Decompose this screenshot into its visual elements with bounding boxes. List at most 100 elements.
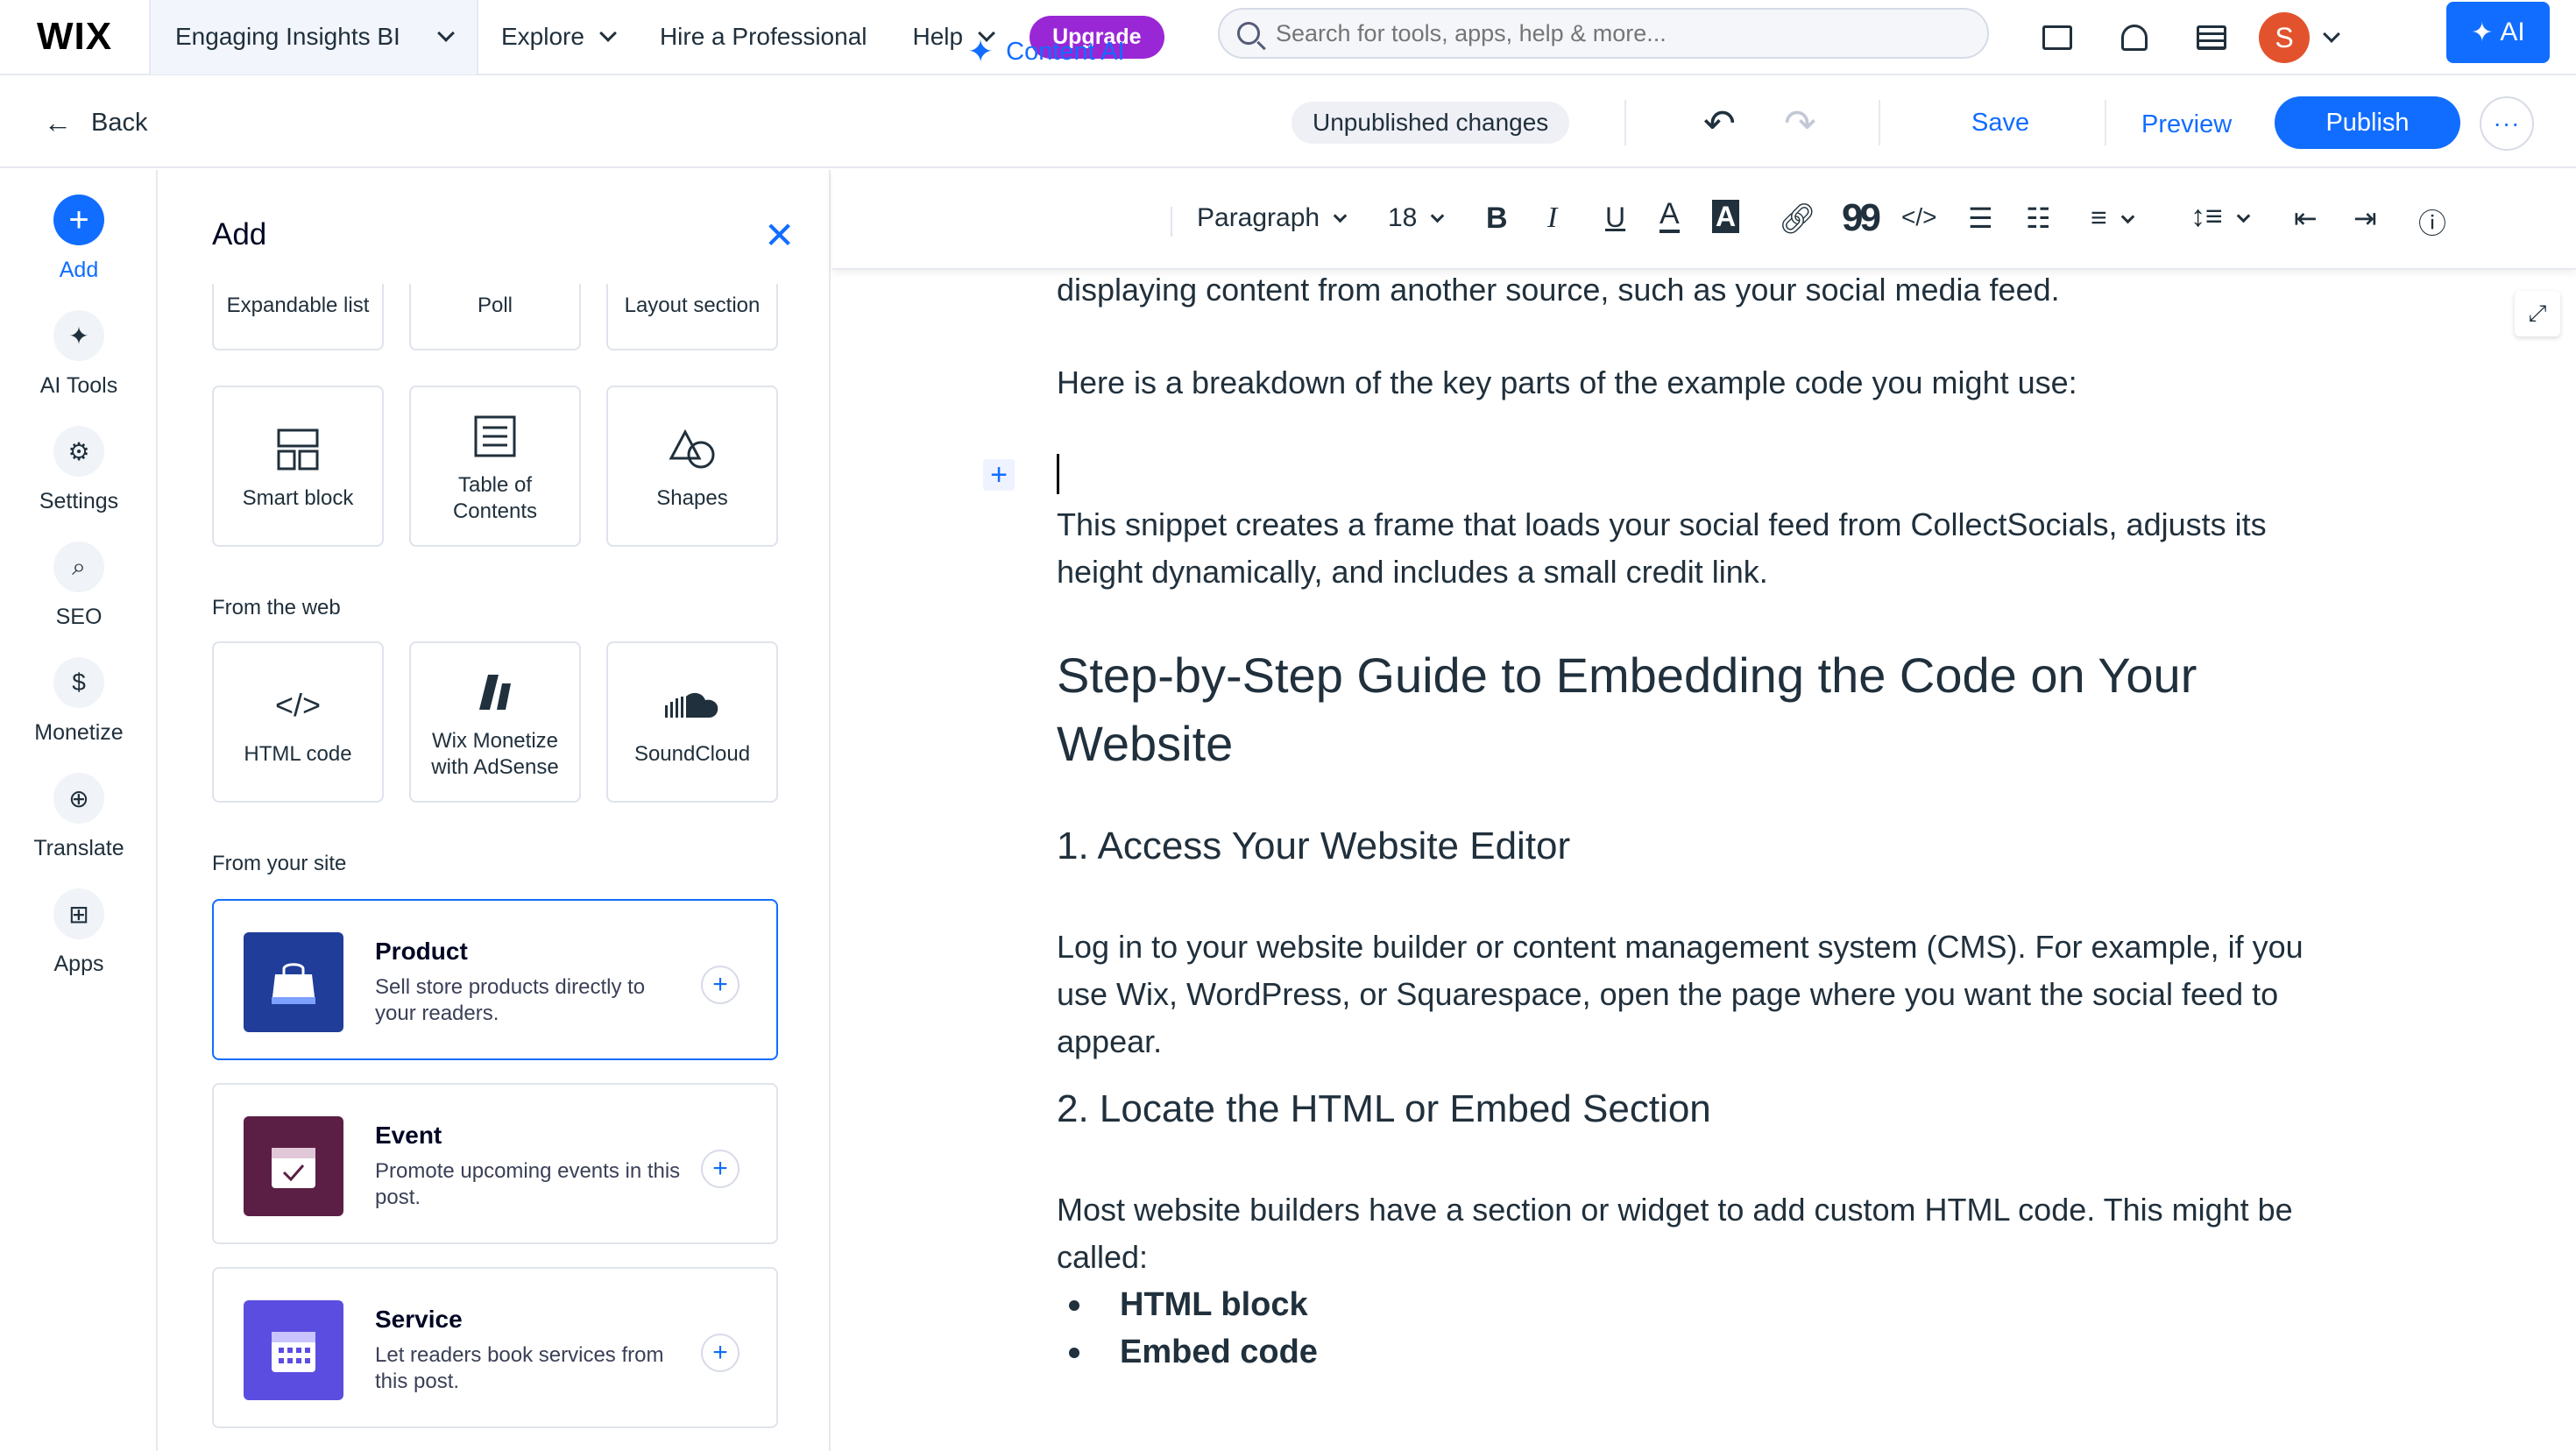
paragraph-label: Paragraph xyxy=(1197,203,1320,232)
rail-item-settings[interactable]: ⚙ Settings xyxy=(0,426,158,514)
status-badge: Unpublished changes xyxy=(1292,102,1570,144)
quote-button[interactable]: 99 xyxy=(1842,196,1881,240)
rail-item-seo[interactable]: ⌕ SEO xyxy=(0,541,158,630)
section-label-from-site: From your site xyxy=(212,852,347,875)
heading[interactable]: Step-by-Step Guide to Embedding the Code… xyxy=(1057,641,2353,778)
code-block-button[interactable]: </> xyxy=(1901,203,1936,231)
paragraph[interactable]: Log in to your website builder or conten… xyxy=(1057,924,2353,1065)
ai-label: AI xyxy=(2500,18,2525,46)
bold-button[interactable]: B xyxy=(1486,202,1508,236)
search-input[interactable] xyxy=(1276,19,1959,47)
chat-button[interactable] xyxy=(2019,0,2096,75)
editor-header: ← Back Unpublished changes ↶ ↷ Save Prev… xyxy=(0,77,2576,168)
align-dropdown[interactable]: ≡ xyxy=(2091,202,2134,234)
nav-explore[interactable]: Explore xyxy=(478,0,637,74)
tile-poll[interactable]: Poll xyxy=(409,284,581,350)
add-product-button[interactable]: + xyxy=(701,966,740,1004)
more-options-button[interactable]: ··· xyxy=(2480,96,2534,151)
arrow-left-icon: ← xyxy=(44,107,72,138)
adsense-icon xyxy=(476,663,514,721)
nav-hire-professional[interactable]: Hire a Professional xyxy=(637,0,890,74)
paragraph[interactable]: This snippet creates a frame that loads … xyxy=(1057,501,2353,596)
dollar-icon: $ xyxy=(53,657,104,708)
rail-item-translate[interactable]: ⊕ Translate xyxy=(0,773,158,861)
updates-button[interactable] xyxy=(2173,0,2250,75)
increase-indent-icon[interactable]: ⇥ xyxy=(2353,202,2377,235)
tile-shapes[interactable]: Shapes xyxy=(606,386,778,547)
card-product[interactable]: Product Sell store products directly to … xyxy=(212,899,778,1060)
rail-item-apps[interactable]: ⊞ Apps xyxy=(0,888,158,977)
paragraph[interactable]: displaying content from another source, … xyxy=(1057,272,2353,314)
preview-button[interactable]: Preview xyxy=(2141,110,2232,139)
add-panel: Add ✕ Expandable list Poll Layout sectio… xyxy=(159,170,831,1451)
tile-wix-monetize-adsense[interactable]: Wix Monetize with AdSense xyxy=(409,641,581,803)
tile-layout-section[interactable]: Layout section xyxy=(606,284,778,350)
bullet-list[interactable]: HTML block Embed code xyxy=(1069,1281,1318,1376)
list-item[interactable]: Embed code xyxy=(1069,1328,1318,1376)
paragraph-style-dropdown[interactable]: Paragraph xyxy=(1197,203,1348,233)
editor-canvas[interactable]: ⤢ + displaying content from another sour… xyxy=(832,272,2576,1451)
site-name: Engaging Insights BI xyxy=(175,23,400,50)
font-size-dropdown[interactable]: 18 xyxy=(1388,203,1445,233)
undo-icon[interactable]: ↶ xyxy=(1703,102,1736,146)
newspaper-icon xyxy=(2197,25,2226,50)
paragraph[interactable]: Most website builders have a section or … xyxy=(1057,1186,2353,1281)
rail-label: Apps xyxy=(53,952,104,976)
paragraph[interactable]: Here is a breakdown of the key parts of … xyxy=(1057,359,2353,407)
tile-label: Layout section xyxy=(624,294,761,317)
site-switcher[interactable]: Engaging Insights BI xyxy=(149,0,478,74)
shopping-bag-icon xyxy=(244,932,343,1032)
line-spacing-dropdown[interactable]: ↕≡ xyxy=(2190,200,2251,234)
bulleted-list-icon[interactable]: ☷ xyxy=(2026,202,2051,235)
card-description: Promote upcoming events in this post. xyxy=(375,1159,681,1209)
tile-html-code[interactable]: </> HTML code xyxy=(212,641,384,803)
chat-icon xyxy=(2042,25,2072,50)
tile-soundcloud[interactable]: SoundCloud xyxy=(606,641,778,803)
rail-item-monetize[interactable]: $ Monetize xyxy=(0,657,158,746)
nav-explore-label: Explore xyxy=(501,23,584,50)
save-button[interactable]: Save xyxy=(1971,109,2029,138)
add-event-button[interactable]: + xyxy=(701,1150,740,1188)
rail-label: Monetize xyxy=(34,720,124,745)
subheading[interactable]: 1. Access Your Website Editor xyxy=(1057,820,1570,873)
account-menu[interactable]: S xyxy=(2250,0,2346,75)
link-icon[interactable]: 🔗︎ xyxy=(1779,202,1816,237)
add-service-button[interactable]: + xyxy=(701,1334,740,1372)
subheading[interactable]: 2. Locate the HTML or Embed Section xyxy=(1057,1083,1711,1136)
text-color-button[interactable]: A xyxy=(1660,198,1680,233)
notifications-button[interactable] xyxy=(2096,0,2173,75)
rail-label: SEO xyxy=(55,605,103,629)
publish-button[interactable]: Publish xyxy=(2275,96,2460,149)
expand-icon[interactable]: ⤢ xyxy=(2515,291,2560,336)
tile-table-of-contents[interactable]: Table of Contents xyxy=(409,386,581,547)
rail-label: Add xyxy=(59,258,99,282)
card-service[interactable]: Service Let readers book services from t… xyxy=(212,1267,778,1428)
smart-block-icon xyxy=(277,421,319,478)
content-ai-button[interactable]: ✦ Content AI xyxy=(967,33,1125,70)
insert-block-button[interactable]: + xyxy=(983,458,1015,492)
underline-button[interactable]: U xyxy=(1605,202,1625,234)
search-bar[interactable] xyxy=(1218,8,1989,59)
section-label-from-web: From the web xyxy=(212,596,341,619)
rail-item-ai-tools[interactable]: ✦ AI Tools xyxy=(0,310,158,399)
highlight-button[interactable]: A xyxy=(1712,200,1740,233)
ai-button[interactable]: ✦ AI xyxy=(2446,2,2550,63)
list-item[interactable]: HTML block xyxy=(1069,1281,1318,1328)
wix-logo[interactable]: WIX xyxy=(0,0,149,74)
redo-icon[interactable]: ↷ xyxy=(1784,102,1816,146)
numbered-list-icon[interactable]: ☰ xyxy=(1968,202,1993,235)
decrease-indent-icon[interactable]: ⇤ xyxy=(2294,202,2318,235)
gear-icon: ⚙ xyxy=(53,426,104,477)
close-icon[interactable]: ✕ xyxy=(764,214,795,257)
tile-expandable-list[interactable]: Expandable list xyxy=(212,284,384,350)
avatar: S xyxy=(2259,12,2310,63)
rail-item-add[interactable]: + Add xyxy=(0,195,158,283)
card-event[interactable]: Event Promote upcoming events in this po… xyxy=(212,1083,778,1244)
tile-label: SoundCloud xyxy=(633,742,751,766)
info-icon[interactable]: ⓘ xyxy=(2418,202,2446,242)
tile-smart-block[interactable]: Smart block xyxy=(212,386,384,547)
divider xyxy=(1879,100,1880,145)
chevron-down-icon xyxy=(2120,209,2134,224)
italic-button[interactable]: I xyxy=(1547,202,1557,235)
back-button[interactable]: ← Back xyxy=(44,107,147,139)
